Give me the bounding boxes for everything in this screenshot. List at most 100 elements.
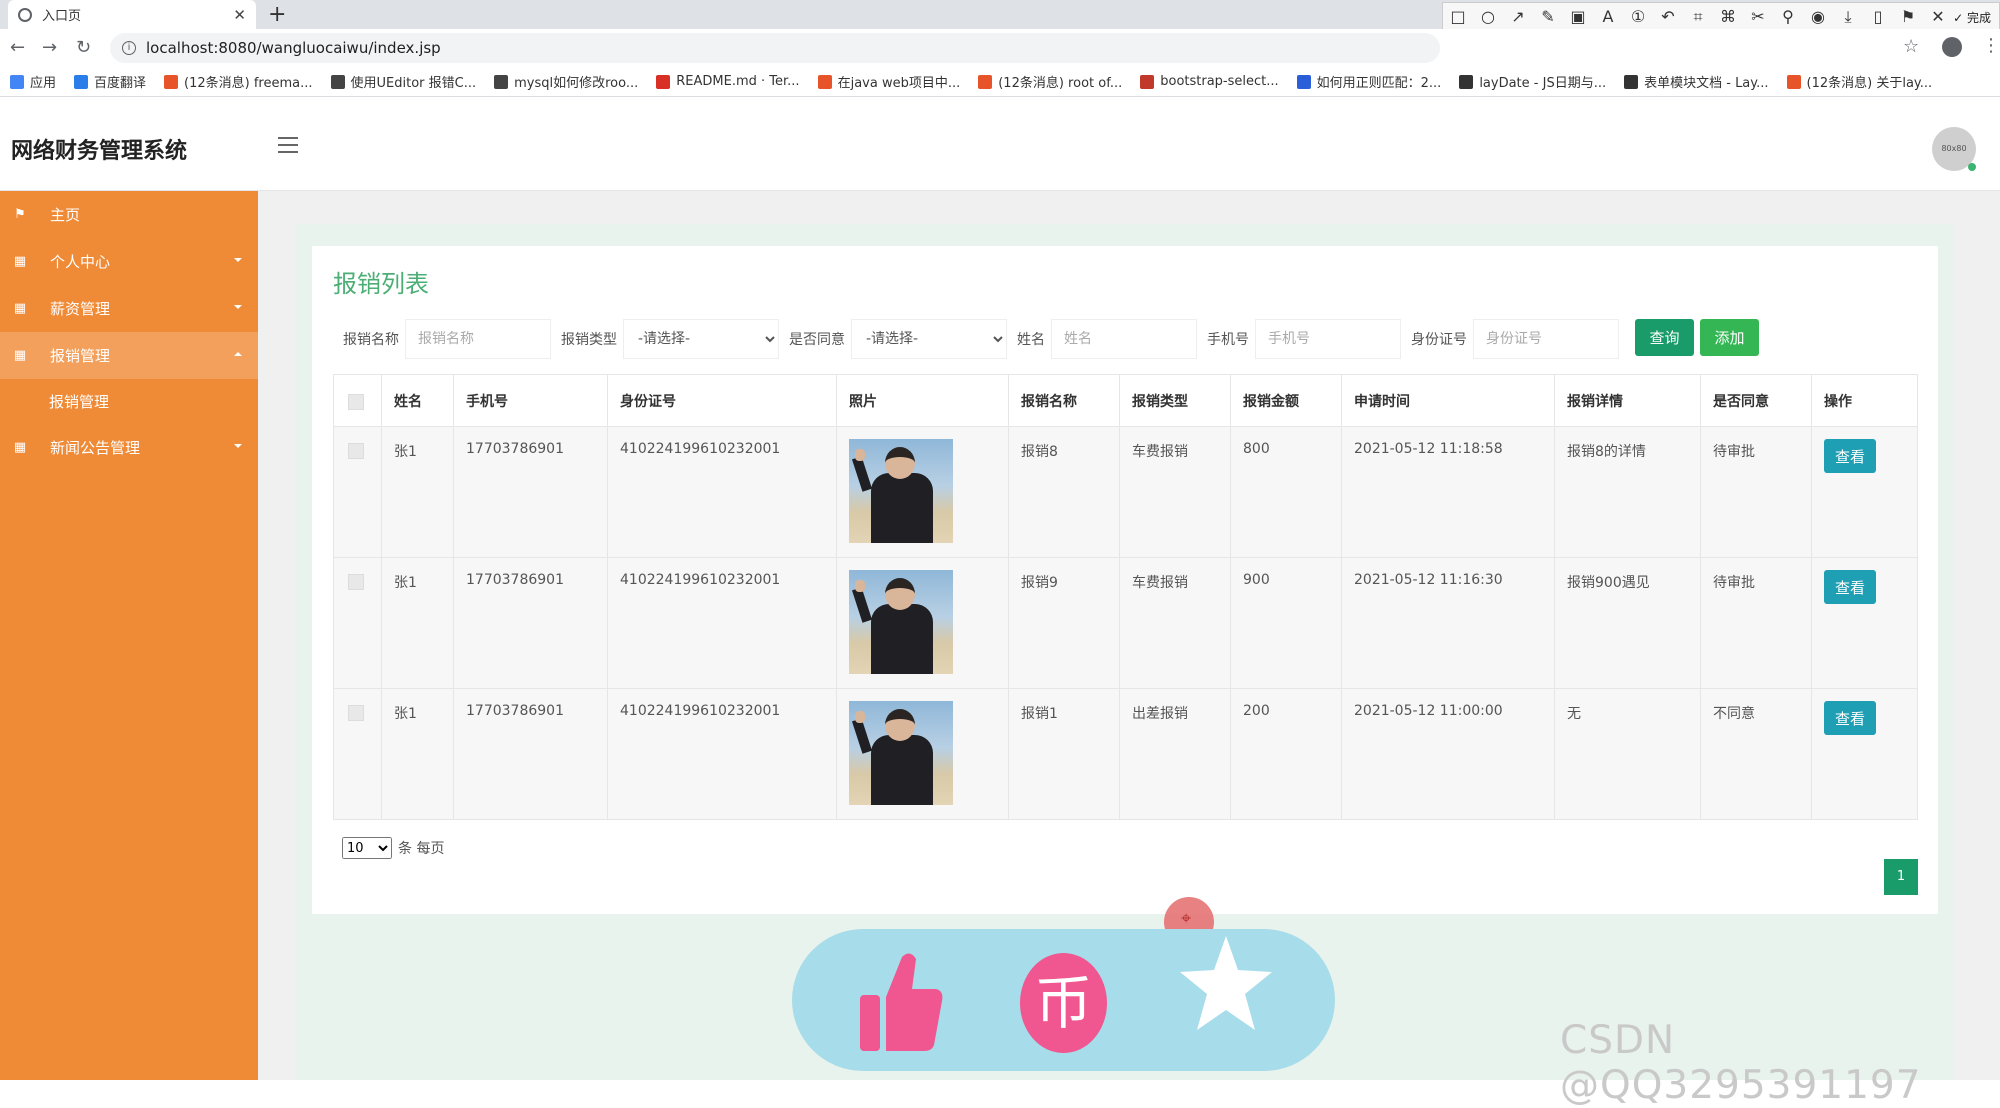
pin-icon[interactable]: ⚲ <box>1779 7 1797 27</box>
bookmark-item[interactable]: (12条消息) 关于lay... <box>1786 72 1932 91</box>
bookmark-item[interactable]: README.md · Ter... <box>656 74 800 89</box>
url-field[interactable]: i localhost:8080/wangluocaiwu/index.jsp <box>110 33 1440 63</box>
caret-down-icon <box>234 258 242 262</box>
bookmark-item[interactable]: 在java web项目中... <box>817 72 960 91</box>
page-size-select[interactable]: 10 <box>342 837 392 859</box>
sidebar-item-home[interactable]: ⚑ 主页 <box>0 191 258 238</box>
bookmark-item[interactable]: 表单模块文档 - Lay... <box>1624 72 1769 91</box>
bookmark-favicon-icon <box>1624 74 1639 89</box>
sidebar-item-label: 个人中心 <box>50 253 111 271</box>
close-icon[interactable]: ✕ <box>1929 7 1947 27</box>
bookmark-item[interactable]: bootstrap-select... <box>1140 74 1279 89</box>
arrow-tool-icon[interactable]: ↗ <box>1509 7 1527 27</box>
view-button[interactable]: 查看 <box>1824 701 1876 735</box>
bookmark-item[interactable]: layDate - JS日期与... <box>1459 72 1606 91</box>
star-icon[interactable]: ☆ <box>1903 36 1919 57</box>
view-button[interactable]: 查看 <box>1824 439 1876 473</box>
info-icon[interactable]: i <box>122 41 136 55</box>
close-icon[interactable]: ✕ <box>233 6 246 24</box>
forward-icon[interactable]: → <box>42 37 57 58</box>
type-cell: 出差报销 <box>1119 688 1231 820</box>
action-cell: 查看 <box>1811 688 1918 820</box>
sidebar-item-label: 报销管理 <box>50 347 111 365</box>
sidebar-item-personal-center[interactable]: ▦ 个人中心 <box>0 238 258 285</box>
search-form: 报销名称 报销类型 -请选择- 是否同意 -请选择- 姓名 手机号 身份证号 <box>333 318 1619 360</box>
column-header: 报销详情 <box>1554 374 1701 427</box>
thumbs-up-icon[interactable] <box>858 949 944 1053</box>
bookmark-icon[interactable]: ⚑ <box>1899 7 1917 27</box>
address-bar: ← → ↻ i localhost:8080/wangluocaiwu/inde… <box>0 29 2000 67</box>
sidebar-item-salary[interactable]: ▦ 薪资管理 <box>0 285 258 332</box>
sidebar: ⚑ 主页 ▦ 个人中心 ▦ 薪资管理 ▦ 报销管理 报销管理 ▦ 新闻公告管理 <box>0 191 258 1080</box>
id-number-cell: 410224199610232001 <box>607 426 837 558</box>
select-all-checkbox[interactable] <box>348 393 364 410</box>
pen-tool-icon[interactable]: ✎ <box>1539 7 1557 27</box>
profile-icon[interactable] <box>1942 37 1962 57</box>
bookmark-item[interactable]: (12条消息) freema... <box>164 72 313 91</box>
sidebar-item-news[interactable]: ▦ 新闻公告管理 <box>0 424 258 471</box>
watermark-text: CSDN @QQ3295391197 <box>1560 1018 1922 1108</box>
phone-label: 手机号 <box>1207 332 1249 348</box>
coin-icon[interactable]: 币 <box>1020 953 1107 1053</box>
number-tool-icon[interactable]: ① <box>1629 7 1647 27</box>
star-favorite-icon[interactable] <box>1178 932 1274 1037</box>
record-icon[interactable]: ◉ <box>1809 7 1827 27</box>
time-cell: 2021-05-12 11:00:00 <box>1341 688 1555 820</box>
page-button[interactable]: 1 <box>1884 859 1918 895</box>
reimbursement-name-input[interactable] <box>405 319 551 359</box>
globe-icon <box>18 7 32 22</box>
text-tool-icon[interactable]: A <box>1599 7 1617 27</box>
agree-label: 是否同意 <box>789 332 845 348</box>
bookmark-item[interactable]: 使用UEditor 报错C... <box>330 72 476 91</box>
back-icon[interactable]: ← <box>10 37 25 58</box>
photo-thumbnail[interactable] <box>849 439 953 543</box>
bookmark-item[interactable]: 如何用正则匹配：2... <box>1296 72 1441 91</box>
photo-thumbnail[interactable] <box>849 701 953 805</box>
agree-select[interactable]: -请选择- <box>851 319 1007 359</box>
browser-tab[interactable]: 入口页 ✕ <box>8 0 256 29</box>
bookmark-item[interactable]: 应用 <box>10 72 56 91</box>
scissors-icon[interactable]: ✂ <box>1749 7 1767 27</box>
photo-thumbnail[interactable] <box>849 570 953 674</box>
ellipse-tool-icon[interactable]: ○ <box>1479 7 1497 27</box>
new-tab-icon[interactable]: + <box>268 2 286 27</box>
rectangle-tool-icon[interactable]: □ <box>1449 7 1467 27</box>
phone-icon[interactable]: ▯ <box>1869 7 1887 27</box>
row-checkbox[interactable] <box>348 574 364 590</box>
translate-icon[interactable]: ⌘ <box>1719 7 1737 27</box>
sidebar-subitem-reimbursement[interactable]: 报销管理 <box>0 379 258 424</box>
undo-icon[interactable]: ↶ <box>1659 7 1677 27</box>
view-button[interactable]: 查看 <box>1824 570 1876 604</box>
mosaic-tool-icon[interactable]: ▣ <box>1569 7 1587 27</box>
bookmark-item[interactable]: mysql如何修改roo... <box>494 72 638 91</box>
bookmark-label: mysql如何修改roo... <box>514 76 639 91</box>
grid-icon: ▦ <box>13 254 27 269</box>
ocr-icon[interactable]: ⌗ <box>1689 7 1707 27</box>
column-header: 照片 <box>836 374 1009 427</box>
done-button[interactable]: ✓ 完成 <box>1953 9 1991 26</box>
add-button[interactable]: 添加 <box>1700 319 1759 356</box>
phone-input[interactable] <box>1255 319 1401 359</box>
kebab-menu-icon[interactable]: ⋮ <box>1982 35 2000 56</box>
person-name-input[interactable] <box>1051 319 1197 359</box>
bookmark-favicon-icon <box>494 74 509 89</box>
reimbursement-type-select[interactable]: -请选择- <box>623 319 779 359</box>
sidebar-item-reimbursement[interactable]: ▦ 报销管理 <box>0 332 258 379</box>
sidebar-item-label: 主页 <box>50 206 81 224</box>
row-checkbox[interactable] <box>348 705 364 721</box>
column-header: 是否同意 <box>1700 374 1812 427</box>
reload-icon[interactable]: ↻ <box>76 37 91 58</box>
grid-icon: ▦ <box>13 301 27 316</box>
query-button[interactable]: 查询 <box>1635 319 1694 356</box>
download-icon[interactable]: ⤓ <box>1839 7 1857 27</box>
column-header: 姓名 <box>381 374 454 427</box>
bookmark-item[interactable]: 百度翻译 <box>74 72 146 91</box>
title-cell: 报销8 <box>1008 426 1120 558</box>
column-header: 手机号 <box>453 374 608 427</box>
hamburger-icon[interactable] <box>278 137 298 158</box>
id-number-input[interactable] <box>1473 319 1619 359</box>
name-label: 报销名称 <box>343 332 399 348</box>
row-checkbox[interactable] <box>348 443 364 459</box>
apps-grid-icon <box>10 74 24 89</box>
bookmark-item[interactable]: (12条消息) root of... <box>978 72 1122 91</box>
